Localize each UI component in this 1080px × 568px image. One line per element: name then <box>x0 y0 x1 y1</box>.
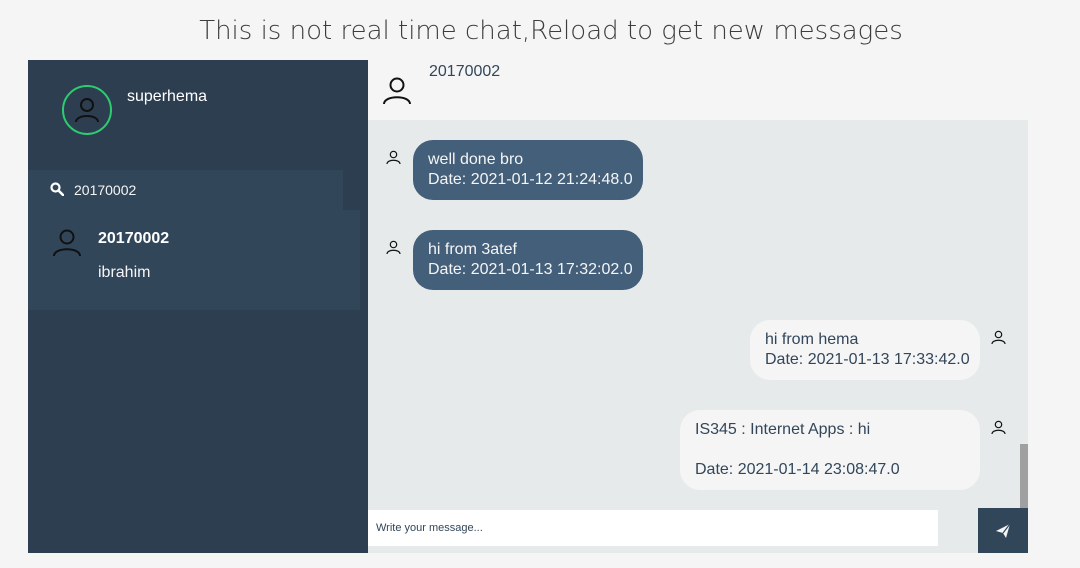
user-icon <box>991 420 1006 435</box>
conversation-panel: 20170002 well done bro Date: 2021-01-12 … <box>368 60 1028 553</box>
reload-notice: This is not real time chat,Reload to get… <box>199 16 903 46</box>
search-input[interactable] <box>74 170 342 210</box>
profile-avatar[interactable] <box>62 85 112 135</box>
user-icon <box>383 77 411 105</box>
message-bubble: hi from hema Date: 2021-01-13 17:33:42.0 <box>750 320 980 380</box>
message-date: Date: 2021-01-13 17:33:42.0 <box>765 351 970 368</box>
conversation-header: 20170002 <box>368 60 1028 120</box>
user-icon <box>386 240 401 255</box>
send-button[interactable] <box>978 508 1028 553</box>
message-bubble: IS345 : Internet Apps : hi Date: 2021-01… <box>680 410 980 490</box>
chat-frame: superhema 20170002 ibrahim 2 <box>28 60 1028 553</box>
message-list-scrollbar[interactable] <box>1020 444 1028 508</box>
contact-name: 20170002 <box>98 230 170 247</box>
user-icon <box>75 98 99 123</box>
contact-search <box>28 170 368 210</box>
user-icon <box>53 229 81 257</box>
message-date: Date: 2021-01-14 23:08:47.0 <box>695 461 900 478</box>
message-bubble: well done bro Date: 2021-01-12 21:24:48.… <box>413 140 643 200</box>
send-icon <box>996 523 1011 538</box>
message-date: Date: 2021-01-12 21:24:48.0 <box>428 171 633 188</box>
message-text: hi from hema <box>765 331 859 348</box>
message-text: hi from 3atef <box>428 241 517 258</box>
user-icon <box>386 150 401 165</box>
search-icon <box>50 182 64 196</box>
message-composer <box>368 508 1028 553</box>
contact-list-scrollbar[interactable] <box>360 210 368 310</box>
message-list[interactable]: well done bro Date: 2021-01-12 21:24:48.… <box>368 120 1028 508</box>
message-spacer <box>695 440 965 460</box>
user-icon <box>991 330 1006 345</box>
sidebar: superhema 20170002 ibrahim <box>28 60 368 553</box>
conversation-contact-name: 20170002 <box>429 63 501 80</box>
message-input[interactable] <box>368 510 938 546</box>
message-date: Date: 2021-01-13 17:32:02.0 <box>428 261 633 278</box>
profile: superhema <box>28 60 368 170</box>
message-text: IS345 : Internet Apps : hi <box>695 421 871 438</box>
contact-preview: ibrahim <box>98 264 151 281</box>
search-side-block <box>343 170 368 210</box>
contact-item-20170002[interactable]: 20170002 ibrahim <box>28 210 360 310</box>
message-text: well done bro <box>428 151 524 168</box>
profile-username: superhema <box>127 88 208 105</box>
message-bubble: hi from 3atef Date: 2021-01-13 17:32:02.… <box>413 230 643 290</box>
